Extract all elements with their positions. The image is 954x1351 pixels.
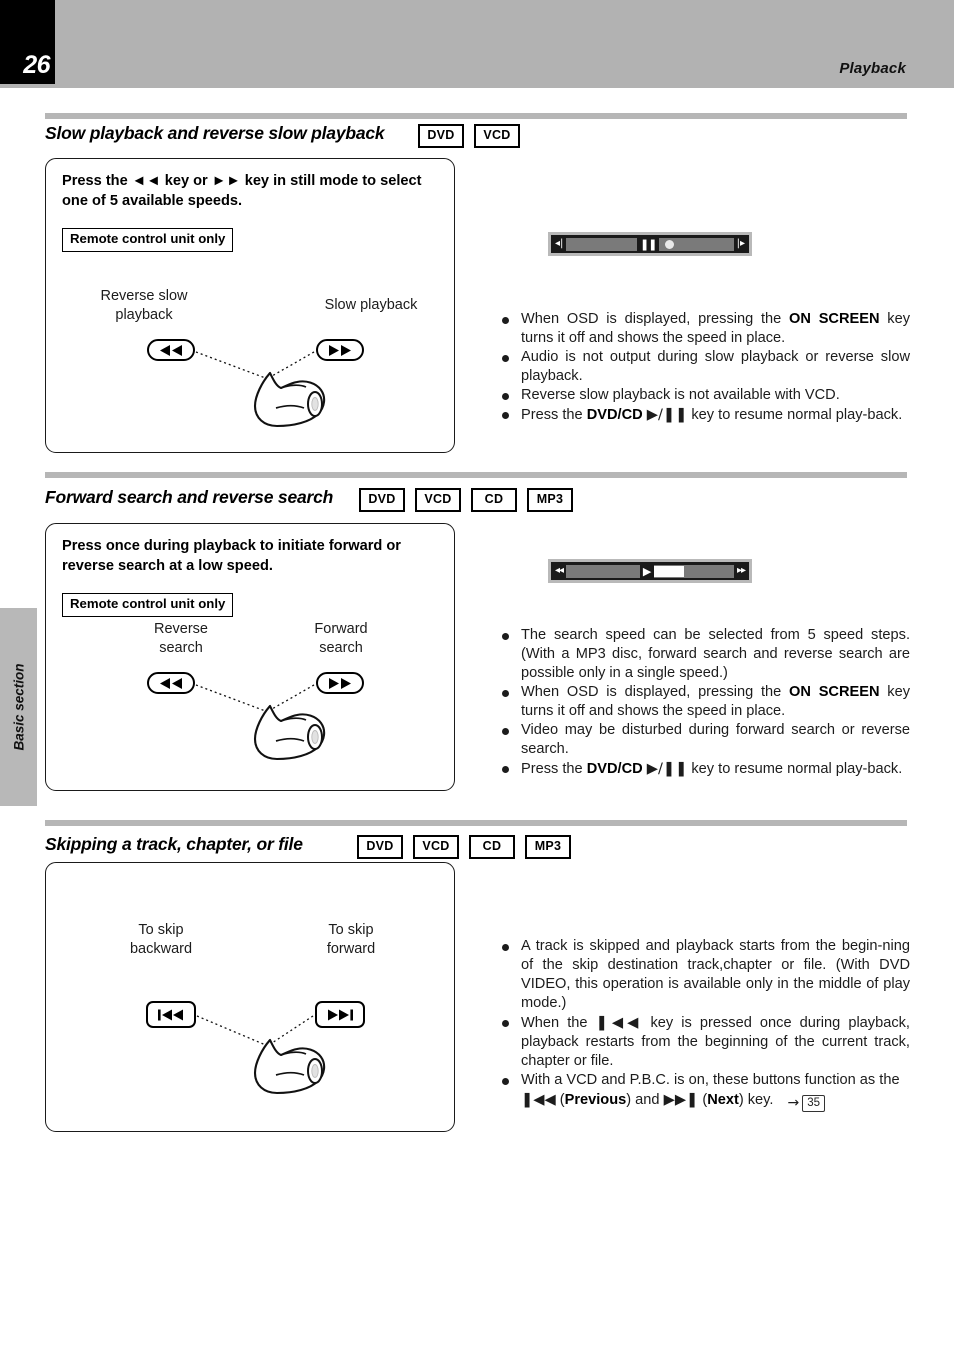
note-item: With a VCD and P.B.C. is on, these butto…: [500, 1071, 910, 1113]
page-reference-number: 35: [802, 1094, 825, 1113]
rewind-icon: ◂◂: [555, 565, 564, 576]
section-badges-1: DVD VCD: [418, 124, 520, 148]
note-item: Press the DVD/CD ▶/❚❚ key to resume norm…: [500, 759, 910, 779]
badge-dvd: DVD: [418, 124, 464, 148]
page-content: Slow playback and reverse slow playback …: [0, 0, 954, 1351]
badge-cd: CD: [471, 488, 517, 512]
section-divider-1: [45, 113, 907, 119]
section-heading-1: Slow playback and reverse slow playback: [45, 123, 385, 143]
badge-dvd: DVD: [357, 835, 403, 859]
section-divider-2: [45, 472, 907, 478]
osd-segment-right: [659, 237, 734, 251]
page-reference[interactable]: → 35: [787, 1094, 825, 1113]
position-block-marker: [654, 565, 685, 577]
section-heading-2: Forward search and reverse search: [45, 487, 334, 507]
note-item: Video may be disturbed during forward se…: [500, 721, 910, 759]
illustration-panel-2: Press once during playback to initiate f…: [45, 523, 455, 791]
section-badges-2: DVD VCD CD MP3: [359, 488, 573, 512]
illustration-panel-3: To skip backward To skip forward: [45, 862, 455, 1132]
badge-vcd: VCD: [415, 488, 461, 512]
badge-mp3: MP3: [527, 488, 573, 512]
slow-playback-osd-bar: ◂| ❚❚ |▸: [548, 232, 752, 256]
step-reverse-icon: ◂|: [555, 238, 564, 249]
note-item: Audio is not output during slow playback…: [500, 348, 910, 386]
note-item: When the ❚◀◀ key is pressed once during …: [500, 1013, 910, 1071]
note-item: When OSD is displayed, pressing the ON S…: [500, 310, 910, 348]
search-osd-bar: ◂◂ ▶ ▸▸: [548, 559, 752, 583]
note-item: A track is skipped and playback starts f…: [500, 937, 910, 1013]
pointing-hand-illustration-1: [253, 371, 326, 428]
osd-segment-right: [654, 564, 734, 578]
section-divider-3: [45, 820, 907, 826]
step-forward-icon: |▸: [736, 238, 745, 249]
badge-vcd: VCD: [474, 124, 520, 148]
osd-segment-left: [566, 564, 640, 578]
notes-list-2: The search speed can be selected from 5 …: [500, 626, 910, 779]
position-dot-marker: [665, 239, 675, 249]
pointing-hand-illustration-2: [253, 704, 326, 761]
notes-list-3: A track is skipped and playback starts f…: [500, 937, 910, 1113]
badge-mp3: MP3: [525, 835, 571, 859]
play-icon: ▶: [642, 564, 652, 578]
notes-list-1: When OSD is displayed, pressing the ON S…: [500, 310, 910, 425]
note-item: Reverse slow playback is not available w…: [500, 386, 910, 405]
osd-segment-left: [566, 237, 637, 251]
badge-vcd: VCD: [413, 835, 459, 859]
badge-dvd: DVD: [359, 488, 405, 512]
pointing-hand-illustration-3: [253, 1038, 326, 1095]
pause-icon: ❚❚: [639, 237, 657, 251]
note-item: Press the DVD/CD ▶/❚❚ key to resume norm…: [500, 405, 910, 425]
section-badges-3: DVD VCD CD MP3: [357, 835, 571, 859]
note-item: When OSD is displayed, pressing the ON S…: [500, 683, 910, 721]
note-item: The search speed can be selected from 5 …: [500, 626, 910, 683]
illustration-panel-1: Press the ◄◄ key or ►► key in still mode…: [45, 158, 455, 453]
badge-cd: CD: [469, 835, 515, 859]
section-heading-3: Skipping a track, chapter, or file: [45, 834, 303, 854]
fast-forward-icon: ▸▸: [736, 565, 746, 576]
